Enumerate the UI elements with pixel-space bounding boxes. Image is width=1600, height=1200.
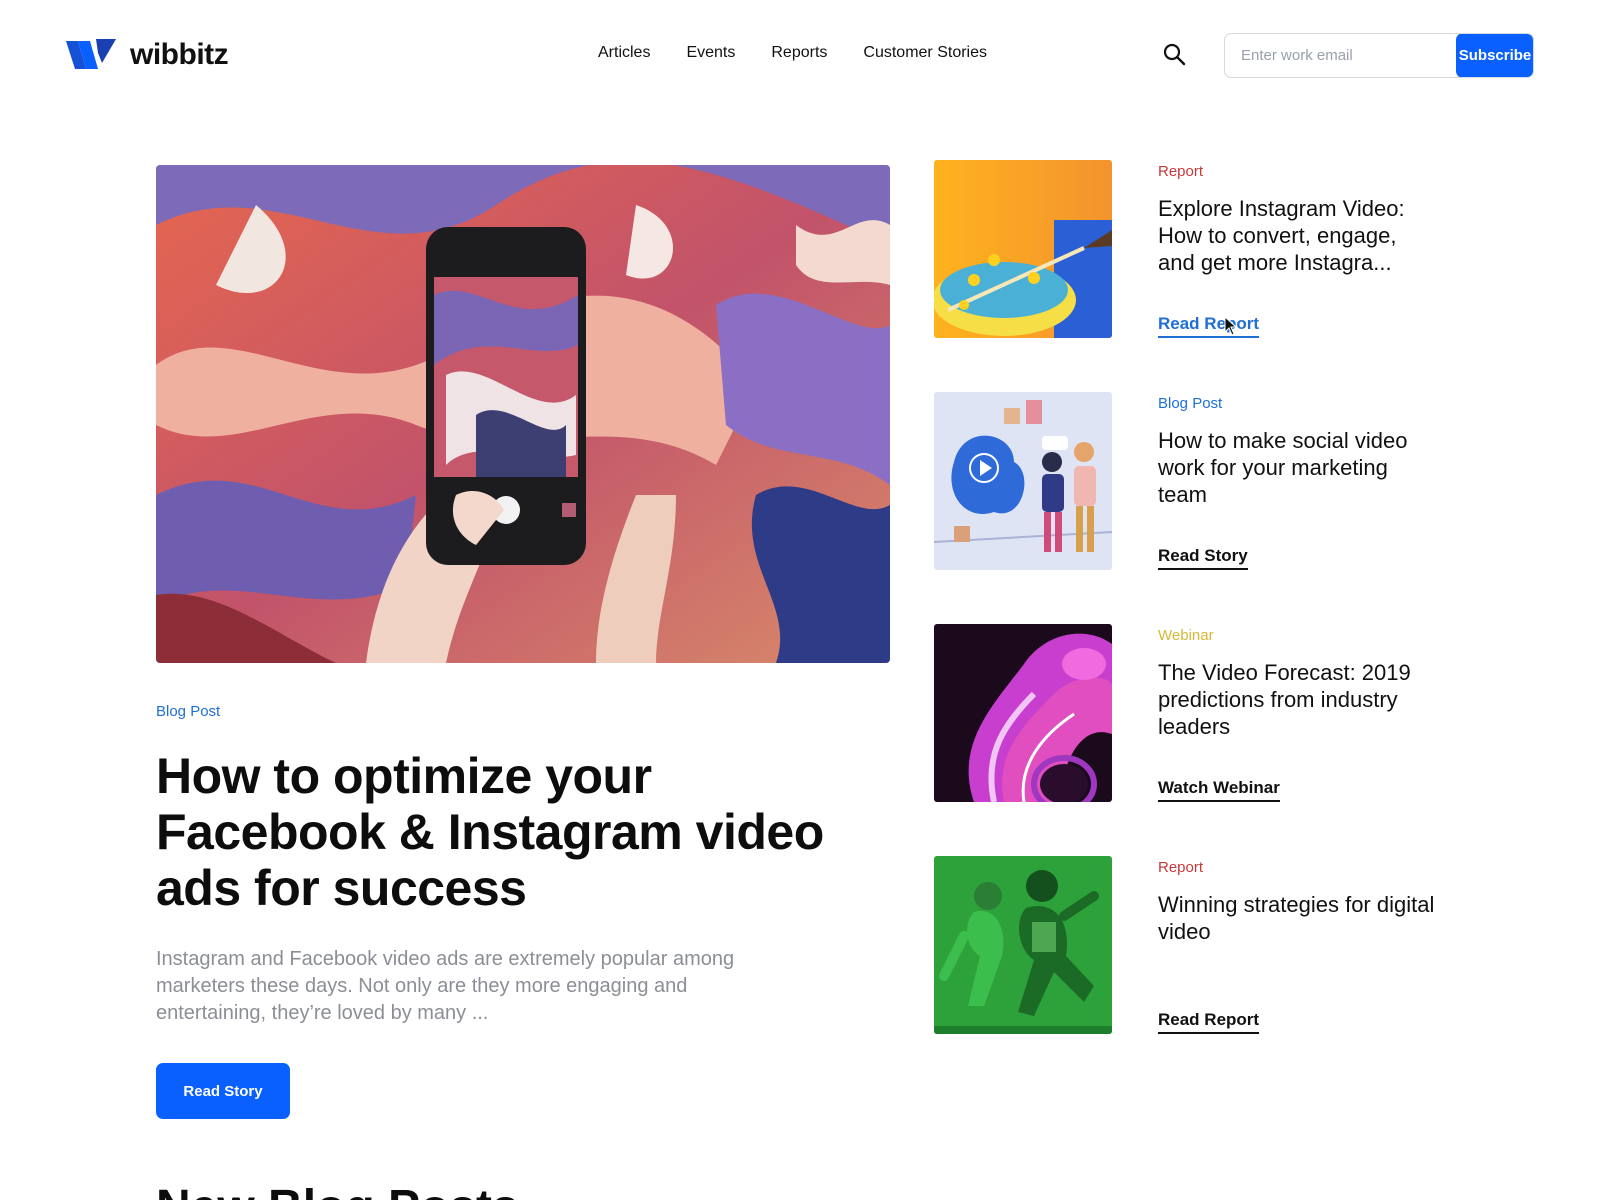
article-thumbnail[interactable]	[934, 392, 1112, 570]
logo-wordmark: wibbitz	[130, 38, 229, 71]
article-info: Blog Post How to make social video work …	[1158, 395, 1438, 508]
article-tag: Blog Post	[1158, 395, 1223, 412]
list-item: Report Explore Instagram Video: How to c…	[934, 160, 1454, 392]
article-tag: Report	[1158, 859, 1204, 876]
featured-tag: Blog Post	[156, 703, 221, 720]
article-info: Report Explore Instagram Video: How to c…	[1158, 163, 1438, 276]
featured-excerpt: Instagram and Facebook video ads are ext…	[156, 948, 735, 1024]
subscribe-form: Subscribe	[1224, 33, 1534, 78]
article-title[interactable]: Winning strategies for digital video	[1158, 891, 1438, 945]
article-info: Webinar The Video Forecast: 2019 predict…	[1158, 627, 1438, 740]
email-input[interactable]	[1225, 34, 1456, 77]
list-item: Report Winning strategies for digital vi…	[934, 856, 1454, 1088]
list-item: Webinar The Video Forecast: 2019 predict…	[934, 624, 1454, 856]
read-story-link[interactable]: Read Story	[1158, 546, 1248, 570]
nav-events[interactable]: Events	[686, 44, 735, 62]
nav-reports[interactable]: Reports	[771, 44, 827, 62]
nav-articles[interactable]: Articles	[598, 44, 650, 62]
article-tag: Report	[1158, 163, 1204, 180]
section-title: New Blog Posts	[156, 1180, 519, 1200]
article-thumbnail[interactable]	[934, 856, 1112, 1034]
article-tag: Webinar	[1158, 627, 1214, 644]
article-thumbnail[interactable]	[934, 624, 1112, 802]
side-article-list: Report Explore Instagram Video: How to c…	[934, 160, 1454, 1088]
article-thumbnail[interactable]	[934, 160, 1112, 338]
site-header: wibbitz Articles Events Reports Customer…	[0, 0, 1600, 110]
wibbitz-logo[interactable]: wibbitz	[66, 38, 229, 72]
article-title[interactable]: Explore Instagram Video: How to convert,…	[1158, 195, 1438, 276]
featured-title[interactable]: How to optimize your Facebook & Instagra…	[156, 748, 890, 916]
read-report-link[interactable]: Read Report	[1158, 1010, 1260, 1034]
article-title[interactable]: How to make social video work for your m…	[1158, 427, 1438, 508]
subscribe-button[interactable]: Subscribe	[1456, 34, 1533, 77]
read-story-button[interactable]: Read Story	[156, 1063, 290, 1119]
article-info: Report Winning strategies for digital vi…	[1158, 859, 1438, 945]
nav-customer-stories[interactable]: Customer Stories	[863, 44, 987, 62]
search-icon[interactable]	[1162, 42, 1188, 68]
featured-image[interactable]	[156, 165, 890, 663]
watch-webinar-link[interactable]: Watch Webinar	[1158, 778, 1280, 802]
featured-article: Blog Post How to optimize your Facebook …	[156, 165, 890, 1119]
wibbitz-logo-icon	[66, 39, 116, 69]
article-title[interactable]: The Video Forecast: 2019 predictions fro…	[1158, 659, 1438, 740]
main-nav: Articles Events Reports Customer Stories	[598, 44, 987, 62]
read-report-link[interactable]: Read Report	[1158, 314, 1260, 338]
list-item: Blog Post How to make social video work …	[934, 392, 1454, 624]
mouse-cursor-icon	[1224, 316, 1238, 336]
